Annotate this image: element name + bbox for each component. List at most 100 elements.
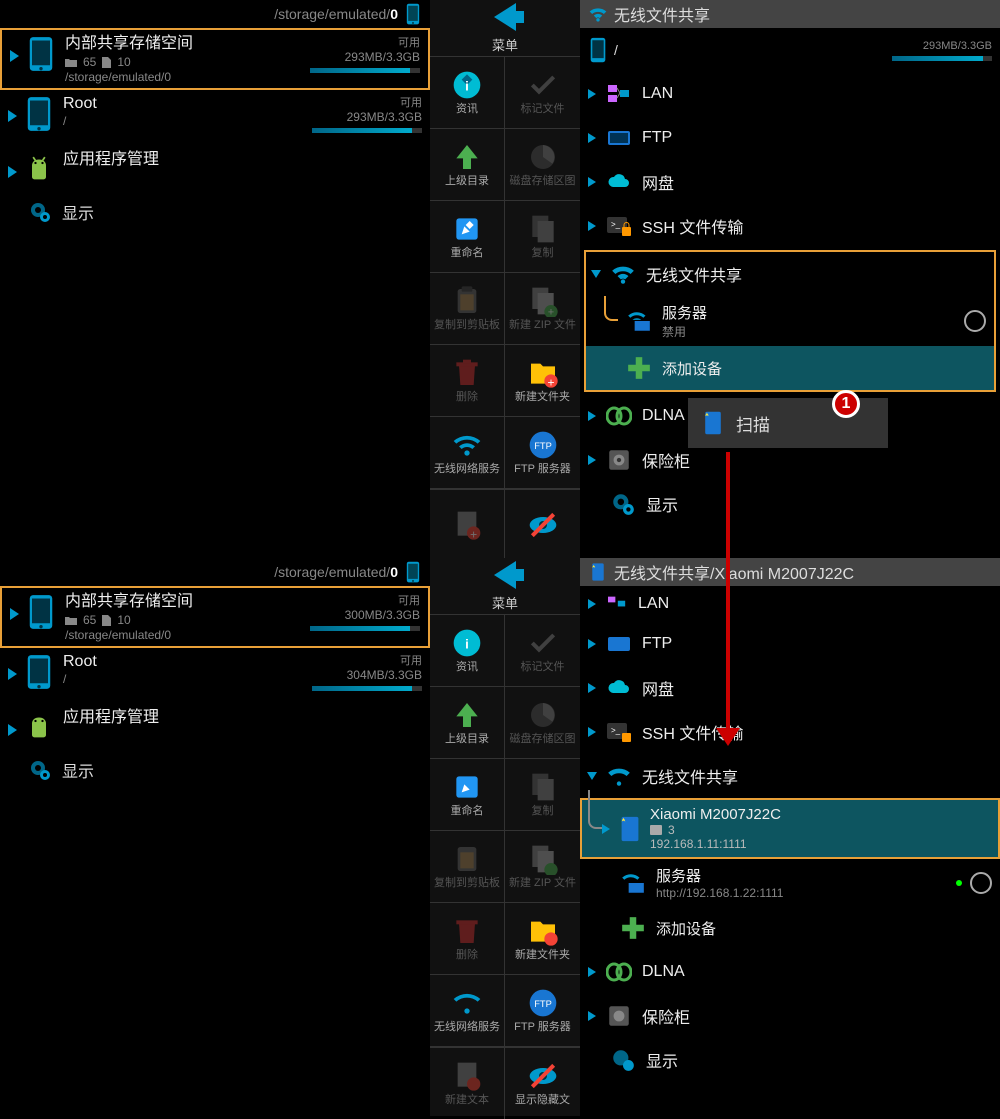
- back-button[interactable]: 菜单: [430, 558, 580, 614]
- tool-extra1[interactable]: +: [430, 489, 505, 561]
- item-wifi-share[interactable]: 无线文件共享: [580, 754, 1000, 798]
- radio-toggle[interactable]: [970, 872, 992, 894]
- tool-ftp[interactable]: FTPFTP 服务器: [505, 974, 580, 1046]
- wifi-icon: [588, 4, 608, 24]
- tool-disk[interactable]: 磁盘存储区图: [505, 686, 580, 758]
- wifi-icon: [610, 261, 636, 287]
- wifi-icon: [451, 987, 483, 1019]
- item-ssh[interactable]: >_SSH 文件传输: [580, 710, 1000, 754]
- svg-text:+: +: [470, 527, 477, 541]
- tool-newtext[interactable]: 新建文本: [430, 1047, 505, 1119]
- cloud-icon: [606, 675, 632, 701]
- expand-icon: [8, 166, 17, 178]
- storage-name: 内部共享存储空间: [65, 34, 310, 54]
- app-manage[interactable]: 应用程序管理: [0, 146, 430, 192]
- tool-ftp[interactable]: FTPFTP 服务器: [505, 416, 580, 488]
- phone-icon: [25, 96, 53, 132]
- svg-text:>_: >_: [611, 220, 621, 229]
- path-bar[interactable]: /storage/emulated/0: [0, 558, 430, 586]
- vault-icon: [606, 447, 632, 473]
- tool-extra2[interactable]: [505, 489, 580, 561]
- dlna-icon: [606, 959, 632, 985]
- wifi-badge-icon: [620, 870, 646, 896]
- item-add-device[interactable]: 添加设备: [580, 906, 1000, 950]
- tool-zip[interactable]: +新建 ZIP 文件: [505, 272, 580, 344]
- tool-showhidden[interactable]: 显示隐藏文: [505, 1047, 580, 1119]
- phone-star-icon: [588, 562, 608, 582]
- expand-icon: [588, 639, 596, 649]
- item-ssh[interactable]: >_SSH 文件传输: [580, 204, 1000, 248]
- wifi-icon: [451, 429, 483, 461]
- phone-icon: [588, 37, 608, 63]
- eye-off-icon: [527, 509, 559, 541]
- folder-plus-icon: [527, 915, 559, 947]
- folder-icon: [65, 57, 77, 67]
- trash-icon: [451, 915, 483, 947]
- tool-copy[interactable]: 复制: [505, 200, 580, 272]
- progress: [312, 686, 422, 691]
- info-icon: i: [451, 627, 483, 659]
- tool-info[interactable]: i资讯: [430, 614, 505, 686]
- folder-icon: [65, 615, 77, 625]
- storage-root[interactable]: Root/ 可用304MB/3.3GB: [0, 648, 430, 704]
- app-manage[interactable]: 应用程序管理: [0, 704, 430, 750]
- item-server[interactable]: 服务器禁用: [586, 296, 994, 346]
- tool-wifi[interactable]: 无线网络服务: [430, 974, 505, 1046]
- item-wifi-share[interactable]: 无线文件共享: [586, 252, 994, 296]
- tool-clipboard[interactable]: 复制到剪贴板: [430, 830, 505, 902]
- tool-clipboard[interactable]: 复制到剪贴板: [430, 272, 505, 344]
- storage-root[interactable]: Root / 可用 293MB/3.3GB: [0, 90, 430, 146]
- expand-icon: [588, 683, 596, 693]
- item-lan[interactable]: LAN: [580, 586, 1000, 622]
- tool-new-folder[interactable]: +新建文件夹: [505, 344, 580, 416]
- item-display[interactable]: 显示: [580, 1038, 1000, 1082]
- vault-icon: [606, 1003, 632, 1029]
- connector-line: [604, 296, 618, 321]
- expand-icon: [588, 967, 596, 977]
- tool-copy[interactable]: 复制: [505, 758, 580, 830]
- tool-up[interactable]: 上级目录: [430, 686, 505, 758]
- tool-disk[interactable]: 磁盘存储区图: [505, 128, 580, 200]
- tool-mark[interactable]: 标记文件: [505, 56, 580, 128]
- status-dot: [956, 880, 962, 886]
- display-option[interactable]: 显示: [0, 192, 430, 232]
- tool-mark[interactable]: 标记文件: [505, 614, 580, 686]
- tool-delete[interactable]: 删除: [430, 902, 505, 974]
- display-option[interactable]: 显示: [0, 750, 430, 790]
- connector-line: [588, 790, 602, 829]
- copy-icon: [527, 771, 559, 803]
- item-xiaomi-device[interactable]: Xiaomi M2007J22C 3 192.168.1.11:1111: [580, 798, 1000, 859]
- path-bar[interactable]: /storage/emulated/0: [0, 0, 430, 28]
- expand-icon: [588, 411, 596, 421]
- item-vault[interactable]: 保险柜: [580, 994, 1000, 1038]
- item-display[interactable]: 显示: [580, 482, 1000, 526]
- storage-internal[interactable]: 内部共享存储空间 6510 /storage/emulated/0 可用300M…: [0, 586, 430, 648]
- tool-up[interactable]: 上级目录: [430, 128, 505, 200]
- radio-toggle[interactable]: [964, 310, 986, 332]
- storage-internal[interactable]: 内部共享存储空间 65 10 /storage/emulated/0 可用 29…: [0, 28, 430, 90]
- svg-text:+: +: [547, 307, 553, 317]
- terminal-lock-icon: >_: [606, 213, 632, 239]
- back-button[interactable]: 菜单: [430, 0, 580, 56]
- tool-wifi[interactable]: 无线网络服务: [430, 416, 505, 488]
- tool-rename[interactable]: 重命名: [430, 758, 505, 830]
- tool-info[interactable]: i资讯: [430, 56, 505, 128]
- tool-delete[interactable]: 删除: [430, 344, 505, 416]
- phone-star-icon: [702, 410, 724, 436]
- item-cloud[interactable]: 网盘: [580, 160, 1000, 204]
- item-cloud[interactable]: 网盘: [580, 666, 1000, 710]
- file-plus-icon: [451, 1060, 483, 1092]
- item-ftp[interactable]: FTP: [580, 116, 1000, 160]
- tool-zip[interactable]: 新建 ZIP 文件: [505, 830, 580, 902]
- expand-icon: [8, 724, 17, 736]
- tool-rename[interactable]: 重命名: [430, 200, 505, 272]
- item-lan[interactable]: LAN: [580, 72, 1000, 116]
- expand-icon: [10, 608, 19, 620]
- item-ftp[interactable]: FTP: [580, 622, 1000, 666]
- wifi-icon: [606, 763, 632, 789]
- item-dlna[interactable]: DLNA: [580, 950, 1000, 994]
- item-add-device[interactable]: 添加设备: [586, 346, 994, 390]
- item-server[interactable]: 服务器http://192.168.1.22:1111: [580, 859, 1000, 906]
- storage-summary[interactable]: / 293MB/3.3GB: [580, 28, 1000, 72]
- tool-new-folder[interactable]: 新建文件夹: [505, 902, 580, 974]
